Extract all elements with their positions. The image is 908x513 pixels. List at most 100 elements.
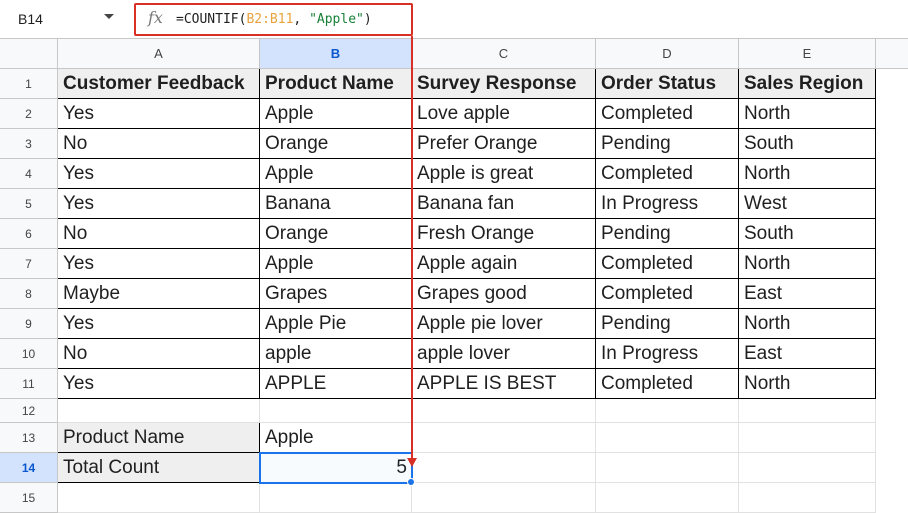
row-header-6[interactable]: 6	[0, 219, 58, 249]
table-cell[interactable]: Yes	[58, 159, 260, 189]
table-cell[interactable]: Yes	[58, 369, 260, 399]
empty-cell[interactable]	[260, 399, 412, 423]
table-cell[interactable]: Apple again	[412, 249, 596, 279]
row-header-10[interactable]: 10	[0, 339, 58, 369]
table-cell[interactable]: East	[739, 339, 876, 369]
table-cell[interactable]: Prefer Orange	[412, 129, 596, 159]
row-header-2[interactable]: 2	[0, 99, 58, 129]
table-cell[interactable]: Banana	[260, 189, 412, 219]
fill-handle[interactable]	[407, 478, 415, 486]
table-cell[interactable]: Love apple	[412, 99, 596, 129]
table-header-cell[interactable]: Survey Response	[412, 69, 596, 99]
table-cell[interactable]: apple lover	[412, 339, 596, 369]
table-cell[interactable]: Apple	[260, 159, 412, 189]
table-cell[interactable]: East	[739, 279, 876, 309]
table-header-cell[interactable]: Order Status	[596, 69, 739, 99]
empty-cell[interactable]	[596, 453, 739, 483]
table-cell[interactable]: No	[58, 129, 260, 159]
row-header-11[interactable]: 11	[0, 369, 58, 399]
table-cell[interactable]: Banana fan	[412, 189, 596, 219]
row-header-4[interactable]: 4	[0, 159, 58, 189]
table-cell[interactable]: Apple Pie	[260, 309, 412, 339]
column-header-b[interactable]: B	[260, 39, 412, 69]
summary-product-label[interactable]: Product Name	[58, 423, 260, 453]
table-cell[interactable]: Pending	[596, 129, 739, 159]
table-cell[interactable]: North	[739, 369, 876, 399]
column-header-d[interactable]: D	[596, 39, 739, 69]
table-cell[interactable]: Maybe	[58, 279, 260, 309]
table-cell[interactable]: APPLE	[260, 369, 412, 399]
empty-cell[interactable]	[739, 453, 876, 483]
summary-product-value[interactable]: Apple	[260, 423, 412, 453]
table-cell[interactable]: Pending	[596, 219, 739, 249]
table-cell[interactable]: Completed	[596, 159, 739, 189]
table-cell[interactable]: North	[739, 99, 876, 129]
table-cell[interactable]: Grapes	[260, 279, 412, 309]
table-cell[interactable]: Completed	[596, 279, 739, 309]
table-cell[interactable]: Fresh Orange	[412, 219, 596, 249]
table-cell[interactable]: North	[739, 249, 876, 279]
table-cell[interactable]: No	[58, 219, 260, 249]
empty-cell[interactable]	[58, 483, 260, 513]
table-cell[interactable]: South	[739, 219, 876, 249]
table-cell[interactable]: North	[739, 309, 876, 339]
active-cell-border	[259, 452, 413, 484]
row-header-7[interactable]: 7	[0, 249, 58, 279]
table-cell[interactable]: Yes	[58, 309, 260, 339]
table-cell[interactable]: APPLE IS BEST	[412, 369, 596, 399]
empty-cell[interactable]	[412, 483, 596, 513]
table-cell[interactable]: Completed	[596, 369, 739, 399]
table-cell[interactable]: West	[739, 189, 876, 219]
table-cell[interactable]: apple	[260, 339, 412, 369]
column-header-c[interactable]: C	[412, 39, 596, 69]
table-cell[interactable]: Yes	[58, 189, 260, 219]
table-cell[interactable]: Grapes good	[412, 279, 596, 309]
table-cell[interactable]: Pending	[596, 309, 739, 339]
row-header-12[interactable]: 12	[0, 399, 58, 423]
empty-cell[interactable]	[596, 483, 739, 513]
table-cell[interactable]: Orange	[260, 219, 412, 249]
table-cell[interactable]: Apple	[260, 99, 412, 129]
empty-cell[interactable]	[412, 453, 596, 483]
summary-count-label[interactable]: Total Count	[58, 453, 260, 483]
table-cell[interactable]: Apple pie lover	[412, 309, 596, 339]
table-header-cell[interactable]: Sales Region	[739, 69, 876, 99]
empty-cell[interactable]	[739, 399, 876, 423]
row-header-9[interactable]: 9	[0, 309, 58, 339]
table-cell[interactable]: Orange	[260, 129, 412, 159]
table-cell[interactable]: Completed	[596, 99, 739, 129]
column-header-a[interactable]: A	[58, 39, 260, 69]
row-header-8[interactable]: 8	[0, 279, 58, 309]
table-cell[interactable]: No	[58, 339, 260, 369]
empty-cell[interactable]	[412, 399, 596, 423]
select-all-corner[interactable]	[0, 39, 58, 69]
table-header-cell[interactable]: Product Name	[260, 69, 412, 99]
table-cell[interactable]: South	[739, 129, 876, 159]
empty-cell[interactable]	[260, 483, 412, 513]
table-cell[interactable]: In Progress	[596, 189, 739, 219]
column-header-e[interactable]: E	[739, 39, 876, 69]
table-cell[interactable]: Yes	[58, 249, 260, 279]
row-header-1[interactable]: 1	[0, 69, 58, 99]
table-header-cell[interactable]: Customer Feedback	[58, 69, 260, 99]
empty-cell[interactable]	[412, 423, 596, 453]
table-cell[interactable]: Yes	[58, 99, 260, 129]
table-cell[interactable]: Apple	[260, 249, 412, 279]
empty-cell[interactable]	[596, 399, 739, 423]
row-header-13[interactable]: 13	[0, 423, 58, 453]
row-header-5[interactable]: 5	[0, 189, 58, 219]
empty-cell[interactable]	[596, 423, 739, 453]
name-box[interactable]: B14	[0, 0, 128, 39]
empty-cell[interactable]	[739, 483, 876, 513]
table-cell[interactable]: Apple is great	[412, 159, 596, 189]
row-header-3[interactable]: 3	[0, 129, 58, 159]
chevron-down-icon[interactable]	[104, 14, 114, 19]
table-cell[interactable]: North	[739, 159, 876, 189]
empty-cell[interactable]	[739, 423, 876, 453]
table-cell[interactable]: In Progress	[596, 339, 739, 369]
empty-cell[interactable]	[58, 399, 260, 423]
table-cell[interactable]: Completed	[596, 249, 739, 279]
formula-highlight-box	[134, 3, 413, 36]
row-header-14[interactable]: 14	[0, 453, 58, 483]
row-header-15[interactable]: 15	[0, 483, 58, 513]
